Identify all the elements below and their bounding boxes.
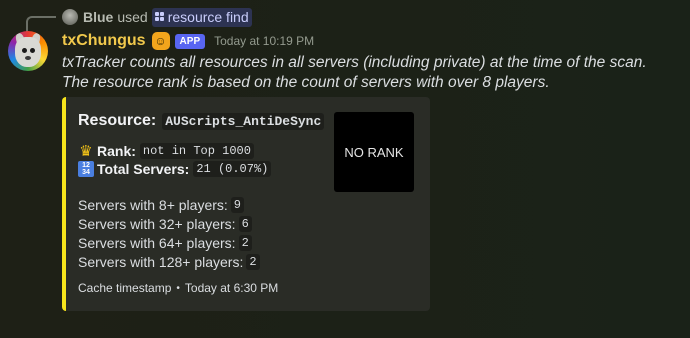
resource-name: AUScripts_AntiDeSync (162, 112, 325, 130)
footer-label: Cache timestamp (78, 281, 172, 295)
stat-value: 2 (238, 235, 252, 251)
stat-value: 6 (238, 216, 252, 232)
total-value: 21 (0.07%) (193, 161, 272, 177)
reply-connector (26, 16, 56, 32)
message-content: txTracker counts all resources in all se… (62, 53, 682, 93)
footer-time: Today at 6:30 PM (184, 281, 279, 295)
app-badge: APP (174, 33, 206, 49)
stat-label: Servers with 64+ players: (78, 235, 236, 251)
crown-icon: ♛ (79, 143, 93, 160)
command-name: resource find (167, 9, 249, 25)
message-line-1: txTracker counts all resources in all se… (62, 54, 647, 71)
stat-line: Servers with 128+ players: 2 (78, 254, 260, 270)
avatar[interactable] (8, 31, 48, 71)
username[interactable]: txChungus (62, 32, 146, 50)
embed-title-label: Resource: (78, 112, 157, 129)
rank-value: not in Top 1000 (139, 143, 254, 159)
thumbnail-text: NO RANK (344, 144, 404, 160)
stat-value: 9 (230, 197, 244, 213)
footer-separator: • (176, 282, 180, 294)
embed-title: Resource: AUScripts_AntiDeSync (78, 112, 325, 130)
stat-value: 2 (246, 254, 260, 270)
reply-reference[interactable]: Blue used resource find (62, 7, 252, 27)
resource-embed: Resource: AUScripts_AntiDeSync NO RANK ♛… (62, 97, 430, 311)
stat-label: Servers with 128+ players: (78, 254, 244, 270)
reply-used-text: used (117, 9, 148, 25)
message-line-2: The resource rank is based on the count … (62, 74, 550, 91)
avatar-nose (25, 56, 31, 60)
total-servers-line: 12 34 Total Servers: 21 (0.07%) (78, 161, 272, 177)
total-label: Total Servers: (97, 161, 190, 177)
stat-line: Servers with 32+ players: 6 (78, 216, 252, 232)
avatar-face (15, 37, 41, 67)
command-mention[interactable]: resource find (151, 7, 252, 27)
reply-username[interactable]: Blue (83, 9, 113, 25)
slash-command-icon (154, 12, 165, 22)
stat-label: Servers with 8+ players: (78, 197, 228, 213)
rank-line: ♛ Rank: not in Top 1000 (78, 143, 254, 160)
stat-line: Servers with 64+ players: 2 (78, 235, 252, 251)
message-header: txChungus ☺ APP Today at 10:19 PM (62, 30, 314, 52)
rank-label: Rank: (97, 143, 136, 159)
reply-avatar[interactable] (62, 9, 78, 25)
embed-thumbnail[interactable]: NO RANK (334, 112, 414, 192)
stat-label: Servers with 32+ players: (78, 216, 236, 232)
embed-footer: Cache timestamp • Today at 6:30 PM (78, 281, 278, 295)
avatar-eye-right (30, 48, 35, 53)
message-timestamp[interactable]: Today at 10:19 PM (214, 34, 314, 48)
role-icon: ☺ (151, 32, 170, 50)
numbers-icon: 12 34 (78, 161, 94, 177)
stat-line: Servers with 8+ players: 9 (78, 197, 244, 213)
avatar-eye-left (22, 48, 27, 53)
